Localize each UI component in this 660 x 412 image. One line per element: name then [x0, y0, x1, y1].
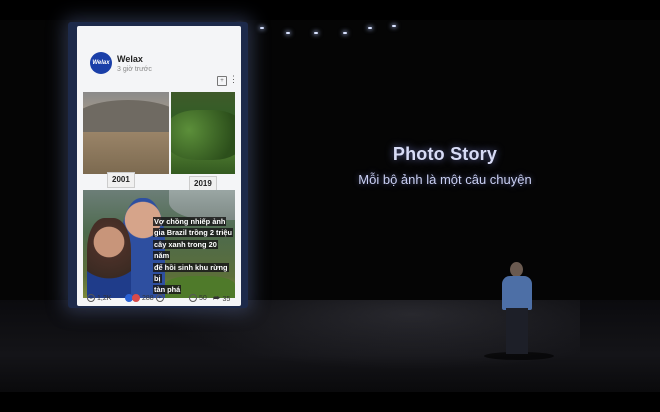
- reposts-count: 35: [222, 295, 231, 303]
- save-icon[interactable]: +: [217, 76, 227, 86]
- post-header: Welax Welax 3 giờ trước + ⋮: [77, 26, 241, 86]
- share-icon: ⮫: [213, 294, 221, 303]
- photo-caption: Vợ chồng nhiếp ảnh gia Brazil trồng 2 tr…: [153, 216, 235, 296]
- photo-dirt: [83, 132, 169, 174]
- photo-woman: [87, 218, 131, 298]
- smile-icon: ☺: [87, 294, 95, 302]
- avatar-logo-text: Welax: [92, 60, 110, 66]
- presenter: [498, 262, 538, 358]
- reactions-count: 1,2K: [97, 294, 112, 302]
- presenter-shirt: [502, 276, 532, 310]
- ceiling-light: [392, 25, 396, 27]
- post-actions: ☺ 1,2K 288 + 50 ⮫ 35: [77, 292, 241, 306]
- ceiling-light: [260, 27, 264, 29]
- presenter-legs: [506, 308, 528, 354]
- comments-count: 50: [199, 294, 207, 302]
- shares-count: 288: [142, 294, 154, 302]
- comment-icon: [189, 294, 197, 302]
- caption-line: cây xanh trong 20 năm: [153, 239, 218, 261]
- ceiling-light: [343, 32, 347, 34]
- likes-summary[interactable]: 288 +: [125, 294, 164, 302]
- letterbox-bottom: [0, 392, 660, 412]
- add-reaction-icon[interactable]: +: [155, 294, 164, 302]
- post-author[interactable]: Welax: [117, 54, 143, 64]
- ceiling-light: [314, 32, 318, 34]
- year-label-before: 2001: [107, 172, 135, 188]
- slide-subline: Mỗi bộ ảnh là một câu chuyện: [358, 172, 532, 187]
- caption-line: Vợ chồng nhiếp ảnh: [153, 217, 227, 226]
- caption-line: để hồi sinh khu rừng bị: [153, 262, 229, 284]
- letterbox-top: [0, 0, 660, 20]
- photo-before[interactable]: [83, 92, 169, 174]
- share-button[interactable]: ⮫ 35: [213, 294, 230, 304]
- caption-line: gia Brazil trồng 2 triệu: [153, 228, 234, 238]
- more-icon[interactable]: ⋮: [229, 74, 238, 85]
- photo-after[interactable]: [171, 92, 235, 174]
- photo-trees: [171, 110, 235, 160]
- comment-button[interactable]: 50: [189, 294, 207, 302]
- keynote-stage: Welax Welax 3 giờ trước + ⋮ 2001 2019 Vợ…: [0, 0, 660, 412]
- avatar[interactable]: Welax: [90, 52, 112, 74]
- post-time: 3 giờ trước: [117, 66, 152, 73]
- ceiling-light: [368, 27, 372, 29]
- phone-mockup: Welax Welax 3 giờ trước + ⋮ 2001 2019 Vợ…: [68, 22, 248, 308]
- ceiling-light: [286, 32, 290, 34]
- presenter-head: [510, 262, 523, 277]
- reaction-button[interactable]: ☺ 1,2K: [87, 294, 111, 302]
- heart-icon: [132, 294, 140, 302]
- phone-screen: Welax Welax 3 giờ trước + ⋮ 2001 2019 Vợ…: [77, 26, 241, 306]
- slide-headline: Photo Story: [392, 144, 498, 164]
